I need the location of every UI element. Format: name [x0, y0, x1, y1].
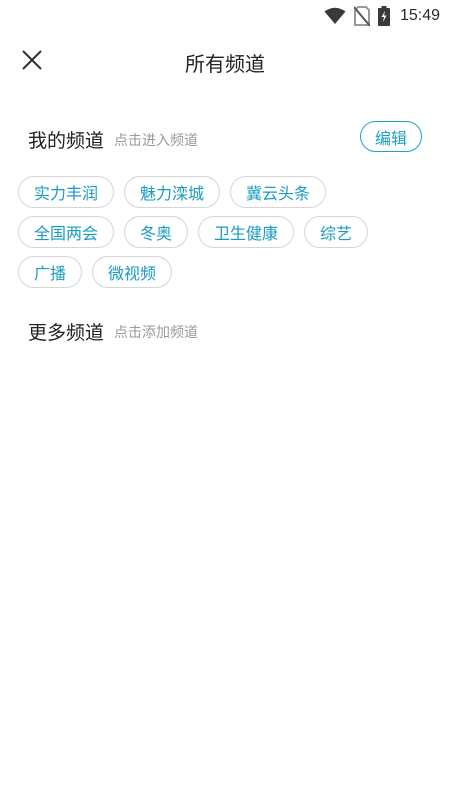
channel-chip[interactable]: 综艺: [304, 216, 369, 248]
status-time: 15:49: [399, 7, 440, 24]
channel-chip[interactable]: 卫生健康: [198, 216, 295, 248]
my-channels-list: 实力丰润 魅力滦城 冀云头条 全国两会 冬奥 卫生健康 综艺 广播 微视频: [18, 176, 418, 288]
my-channels-title: 我的频道: [28, 129, 105, 152]
wifi-icon: [324, 7, 346, 25]
channel-chip[interactable]: 冀云头条: [230, 176, 327, 208]
edit-button[interactable]: 编辑: [360, 121, 422, 152]
channel-chip[interactable]: 广播: [18, 256, 83, 288]
channel-chip[interactable]: 魅力滦城: [124, 176, 221, 208]
no-sim-icon: [353, 6, 370, 26]
more-channels-header: 更多频道 点击添加频道: [28, 311, 422, 351]
battery-charging-icon: [377, 6, 390, 26]
page-title: 所有频道: [185, 52, 265, 76]
header: 所有频道: [0, 36, 450, 88]
channel-chip[interactable]: 实力丰润: [18, 176, 115, 208]
channel-chip[interactable]: 冬奥: [124, 216, 189, 248]
channel-chip[interactable]: 全国两会: [18, 216, 115, 248]
my-channels-header: 我的频道 点击进入频道 编辑: [28, 119, 422, 159]
channel-chip[interactable]: 微视频: [92, 256, 173, 288]
status-icons: 15:49: [324, 4, 440, 28]
status-bar: 15:49: [0, 0, 450, 32]
my-channels-hint: 点击进入频道: [114, 133, 199, 149]
more-channels-title: 更多频道: [28, 321, 105, 344]
more-channels-hint: 点击添加频道: [114, 325, 199, 341]
